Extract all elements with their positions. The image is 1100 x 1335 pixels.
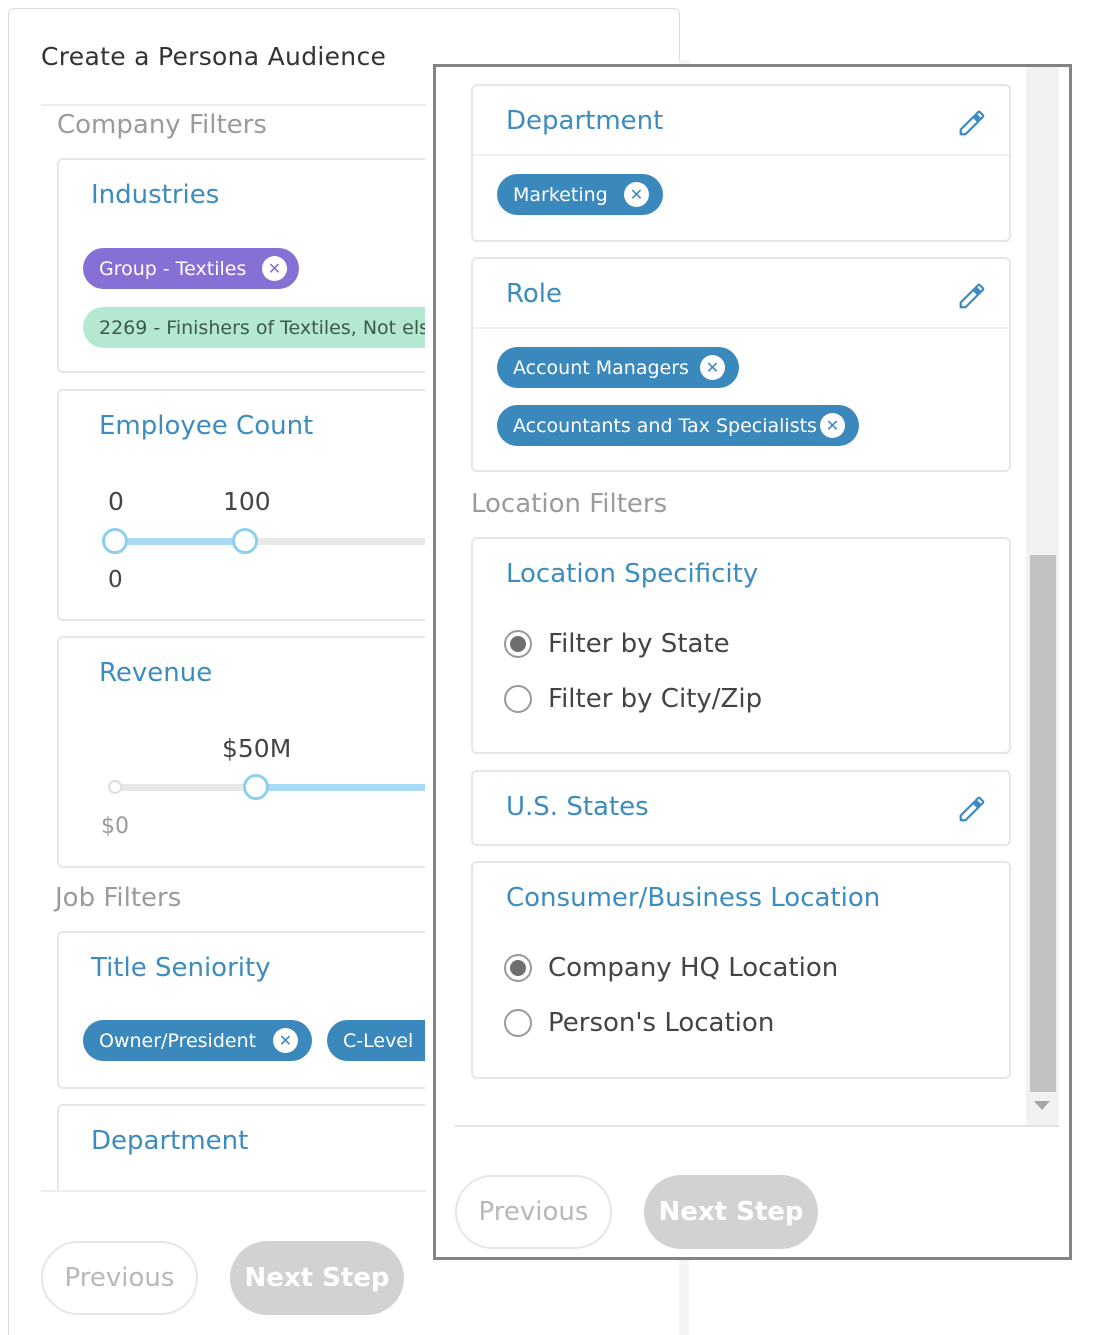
chip-c-level: C-Level <box>327 1020 425 1061</box>
radio-filter-by-state[interactable]: Filter by State <box>504 629 730 659</box>
remove-chip-icon[interactable]: ✕ <box>262 256 287 281</box>
title-seniority-card: Title Seniority Owner/President ✕ C-Leve… <box>57 931 425 1089</box>
radio-button[interactable] <box>504 1009 532 1037</box>
radio-filter-by-city-zip[interactable]: Filter by City/Zip <box>504 684 762 714</box>
radio-button[interactable] <box>504 630 532 658</box>
chip-label: Owner/President <box>99 1029 257 1052</box>
title-seniority-title: Title Seniority <box>91 953 271 983</box>
card-divider <box>473 154 1009 156</box>
us-states-title: U.S. States <box>506 792 649 822</box>
radio-label: Filter by City/Zip <box>548 684 763 714</box>
radio-selected-dot <box>510 636 526 652</box>
company-filters-heading: Company Filters <box>57 110 267 140</box>
chip-label: C-Level <box>343 1029 414 1052</box>
radio-selected-dot <box>510 960 526 976</box>
us-states-card[interactable]: U.S. States <box>471 770 1011 846</box>
radio-button[interactable] <box>504 954 532 982</box>
footer-divider <box>455 1125 1059 1127</box>
chip-group-textiles: Group - Textiles ✕ <box>83 248 299 289</box>
employee-count-card: Employee Count 0 100 0 <box>57 389 425 621</box>
chip-label: Account Managers <box>513 356 689 379</box>
footer-divider <box>41 1190 426 1192</box>
chip-marketing: Marketing ✕ <box>497 174 663 215</box>
revenue-card: Revenue $50M $0 <box>57 636 425 868</box>
radio-persons-location[interactable]: Person's Location <box>504 1008 774 1038</box>
remove-chip-icon[interactable]: ✕ <box>700 355 725 380</box>
previous-button[interactable]: Previous <box>41 1241 198 1315</box>
previous-button[interactable]: Previous <box>455 1175 612 1249</box>
filters-detail-panel: Department Marketing ✕ Role Account Mana… <box>433 64 1072 1260</box>
pencil-icon[interactable] <box>957 108 987 138</box>
employee-count-max-handle[interactable] <box>232 528 258 554</box>
location-specificity-title: Location Specificity <box>506 559 759 589</box>
radio-label: Filter by State <box>548 629 730 659</box>
revenue-range-fill <box>256 784 425 791</box>
chip-label: Accountants and Tax Specialists <box>513 414 817 437</box>
employee-count-low-value: 0 <box>108 487 124 516</box>
next-step-button[interactable]: Next Step <box>230 1241 404 1315</box>
revenue-value: $50M <box>222 734 292 763</box>
radio-label: Company HQ Location <box>548 953 839 983</box>
chip-label: 2269 - Finishers of Textiles, Not else <box>99 316 425 339</box>
employee-count-min-label: 0 <box>108 567 123 593</box>
chip-label: Marketing <box>513 183 608 206</box>
job-filters-heading: Job Filters <box>55 883 182 913</box>
filters-scroll-area[interactable]: Department Marketing ✕ Role Account Mana… <box>436 67 1069 1127</box>
remove-chip-icon[interactable]: ✕ <box>273 1028 298 1053</box>
chip-industry-2269: 2269 - Finishers of Textiles, Not else <box>83 307 425 348</box>
remove-chip-icon[interactable]: ✕ <box>624 182 649 207</box>
employee-count-title: Employee Count <box>99 411 314 441</box>
employee-count-high-value: 100 <box>223 487 271 516</box>
department-title: Department <box>91 1126 249 1156</box>
department-title: Department <box>506 106 664 136</box>
remove-chip-icon[interactable]: ✕ <box>820 413 845 438</box>
filters-scroll-area[interactable]: Company Filters Industries Group - Texti… <box>40 106 425 1190</box>
location-filters-heading: Location Filters <box>471 489 668 519</box>
next-step-button[interactable]: Next Step <box>644 1175 818 1249</box>
chip-owner-president: Owner/President ✕ <box>83 1020 312 1061</box>
chip-label: Group - Textiles <box>99 257 247 280</box>
department-card: Department <box>57 1104 425 1190</box>
industries-card: Industries Group - Textiles ✕ 2269 - Fin… <box>57 158 425 373</box>
card-divider <box>473 327 1009 329</box>
pencil-icon[interactable] <box>957 794 987 824</box>
role-title: Role <box>506 279 563 309</box>
department-card: Department Marketing ✕ <box>471 84 1011 242</box>
chip-account-managers: Account Managers ✕ <box>497 347 739 388</box>
consumer-business-location-title: Consumer/Business Location <box>506 883 881 913</box>
radio-label: Person's Location <box>548 1008 775 1038</box>
employee-count-range-fill <box>115 538 245 545</box>
scrollbar-thumb[interactable] <box>1030 555 1056 1092</box>
revenue-handle[interactable] <box>243 774 269 800</box>
location-specificity-card: Location Specificity Filter by State Fil… <box>471 537 1011 754</box>
radio-button[interactable] <box>504 685 532 713</box>
industries-title: Industries <box>91 180 220 210</box>
page-title: Create a Persona Audience <box>41 42 387 71</box>
revenue-min-handle[interactable] <box>108 780 122 794</box>
chevron-down-icon[interactable] <box>1034 1101 1050 1110</box>
revenue-title: Revenue <box>99 658 213 688</box>
consumer-business-location-card: Consumer/Business Location Company HQ Lo… <box>471 861 1011 1079</box>
radio-company-hq-location[interactable]: Company HQ Location <box>504 953 838 983</box>
role-card: Role Account Managers ✕ Accountants and … <box>471 257 1011 472</box>
chip-accountants-tax-specialists: Accountants and Tax Specialists ✕ <box>497 405 859 446</box>
employee-count-min-handle[interactable] <box>102 528 128 554</box>
revenue-min-label: $0 <box>101 814 129 839</box>
pencil-icon[interactable] <box>957 281 987 311</box>
